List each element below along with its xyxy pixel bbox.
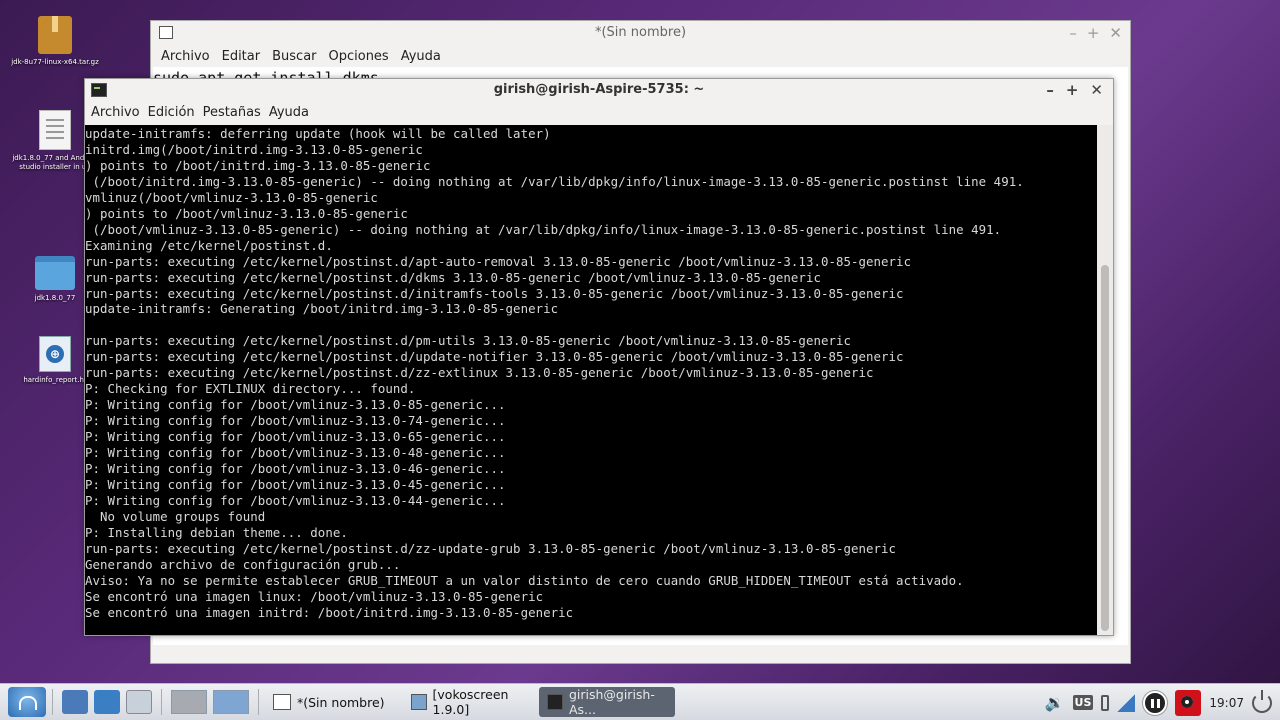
- archive-icon: [38, 16, 72, 54]
- menu-ayuda[interactable]: Ayuda: [265, 105, 313, 120]
- menu-archivo[interactable]: Archivo: [157, 49, 214, 64]
- terminal-line: run-parts: executing /etc/kernel/postins…: [85, 333, 851, 349]
- vokoscreen-icon: [411, 694, 427, 710]
- terminal-line: P: Writing config for /boot/vmlinuz-3.13…: [85, 492, 506, 508]
- task-label: girish@girish-As...: [568, 687, 655, 717]
- terminal-line: P: Checking for EXTLINUX directory... fo…: [85, 381, 416, 397]
- terminal-line: (/boot/vmlinuz-3.13.0-85-generic) -- doi…: [85, 221, 1002, 237]
- task-editor[interactable]: *(Sin nombre): [265, 687, 403, 717]
- terminal-window-controls: – + ✕: [1046, 79, 1103, 101]
- terminal-window[interactable]: girish@girish-Aspire-5735: ~ – + ✕ Archi…: [84, 78, 1114, 636]
- minimize-icon[interactable]: –: [1046, 79, 1054, 101]
- file-manager-icon[interactable]: [126, 690, 152, 714]
- battery-icon[interactable]: [1101, 694, 1110, 711]
- terminal-line: (/boot/initrd.img-3.13.0-85-generic) -- …: [85, 173, 1024, 189]
- terminal-titlebar[interactable]: girish@girish-Aspire-5735: ~ – + ✕: [85, 79, 1113, 101]
- editor-menubar: Archivo Editar Buscar Opciones Ayuda: [151, 45, 1130, 67]
- terminal-icon: [91, 83, 107, 97]
- terminal-icon: [547, 694, 563, 710]
- power-icon[interactable]: [1252, 689, 1272, 713]
- start-menu-button[interactable]: [8, 687, 46, 717]
- keyboard-layout-indicator[interactable]: US: [1072, 695, 1094, 710]
- terminal-line: Se encontró una imagen initrd: /boot/ini…: [85, 604, 574, 620]
- task-label: [vokoscreen 1.9.0]: [432, 687, 509, 717]
- terminal-line: run-parts: executing /etc/kernel/postins…: [85, 269, 821, 285]
- workspace-2[interactable]: [213, 690, 249, 714]
- terminal-line: P: Writing config for /boot/vmlinuz-3.13…: [85, 413, 506, 429]
- terminal-title: girish@girish-Aspire-5735: ~: [493, 82, 705, 97]
- taskbar: *(Sin nombre) [vokoscreen 1.9.0] girish@…: [0, 683, 1280, 720]
- minimize-icon[interactable]: –: [1069, 21, 1077, 45]
- terminal-line: Se encontró una imagen linux: /boot/vmli…: [85, 588, 544, 604]
- document-icon: [39, 110, 71, 150]
- terminal-line: P: Writing config for /boot/vmlinuz-3.13…: [85, 461, 506, 477]
- terminal-line: ) points to /boot/initrd.img-3.13.0-85-g…: [85, 157, 431, 173]
- text-editor-icon: [159, 26, 173, 39]
- menu-edicion[interactable]: Edición: [144, 105, 199, 120]
- show-desktop-icon[interactable]: [62, 690, 88, 714]
- menu-buscar[interactable]: Buscar: [268, 49, 320, 64]
- task-terminal[interactable]: girish@girish-As...: [539, 687, 675, 717]
- terminal-line: update-initramfs: deferring update (hook…: [85, 126, 551, 141]
- taskbar-separator: [258, 689, 259, 715]
- terminal-line: update-initramfs: Generating /boot/initr…: [85, 301, 559, 317]
- terminal-line: run-parts: executing /etc/kernel/postins…: [85, 285, 904, 301]
- terminal-line: P: Writing config for /boot/vmlinuz-3.13…: [85, 445, 506, 461]
- terminal-line: P: Writing config for /boot/vmlinuz-3.13…: [85, 429, 506, 445]
- terminal-line: initrd.img(/boot/initrd.img-3.13.0-85-ge…: [85, 141, 423, 157]
- desktop-icon-label: jdk-8u77-linux-x64.tar.gz: [11, 58, 99, 66]
- maximize-icon[interactable]: +: [1087, 21, 1100, 45]
- terminal-line: P: Installing debian theme... done.: [85, 524, 348, 540]
- taskbar-separator: [161, 689, 162, 715]
- terminal-output[interactable]: update-initramfs: deferring update (hook…: [85, 125, 1099, 635]
- clock[interactable]: 19:07: [1209, 696, 1244, 710]
- settings-icon[interactable]: [94, 690, 120, 714]
- terminal-line: vmlinuz(/boot/vmlinuz-3.13.0-85-generic: [85, 189, 378, 205]
- menu-opciones[interactable]: Opciones: [325, 49, 393, 64]
- menu-archivo[interactable]: Archivo: [87, 105, 144, 120]
- terminal-line: No volume groups found: [85, 508, 266, 524]
- folder-icon: [35, 256, 75, 290]
- terminal-scrollbar[interactable]: [1097, 125, 1113, 635]
- terminal-line: Examining /etc/kernel/postinst.d.: [85, 237, 333, 253]
- stop-recording-icon[interactable]: [1175, 689, 1202, 716]
- terminal-line: P: Writing config for /boot/vmlinuz-3.13…: [85, 397, 506, 413]
- terminal-line: Aviso: Ya no se permite establecer GRUB_…: [85, 572, 964, 588]
- terminal-line: P: Writing config for /boot/vmlinuz-3.13…: [85, 476, 506, 492]
- terminal-line: run-parts: executing /etc/kernel/postins…: [85, 540, 897, 556]
- web-page-icon: ⊕: [39, 336, 71, 372]
- terminal-line: ) points to /boot/vmlinuz-3.13.0-85-gene…: [85, 205, 408, 221]
- task-vokoscreen[interactable]: [vokoscreen 1.9.0]: [403, 687, 539, 717]
- text-editor-icon: [273, 694, 291, 710]
- workspace-1[interactable]: [171, 690, 207, 714]
- menu-ayuda[interactable]: Ayuda: [397, 49, 445, 64]
- volume-icon[interactable]: 🔉: [1045, 693, 1065, 712]
- desktop-icon-jdk-archive[interactable]: jdk-8u77-linux-x64.tar.gz: [10, 16, 100, 67]
- terminal-line: run-parts: executing /etc/kernel/postins…: [85, 349, 904, 365]
- pause-recording-icon[interactable]: [1143, 690, 1168, 715]
- close-icon[interactable]: ✕: [1109, 21, 1122, 45]
- close-icon[interactable]: ✕: [1090, 79, 1103, 101]
- menu-editar[interactable]: Editar: [218, 49, 265, 64]
- terminal-line: Generando archivo de configuración grub.…: [85, 556, 401, 572]
- task-label: *(Sin nombre): [297, 694, 385, 710]
- editor-title: *(Sin nombre): [594, 25, 687, 40]
- menu-pestanas[interactable]: Pestañas: [199, 105, 265, 120]
- editor-titlebar[interactable]: *(Sin nombre) – + ✕: [151, 21, 1130, 45]
- network-signal-icon[interactable]: [1117, 693, 1136, 712]
- scrollbar-thumb[interactable]: [1101, 265, 1109, 631]
- terminal-line: run-parts: executing /etc/kernel/postins…: [85, 365, 874, 381]
- taskbar-separator: [52, 689, 53, 715]
- maximize-icon[interactable]: +: [1066, 79, 1079, 101]
- terminal-line: run-parts: executing /etc/kernel/postins…: [85, 253, 912, 269]
- system-tray: 🔉 US 19:07: [1045, 684, 1280, 720]
- terminal-menubar: Archivo Edición Pestañas Ayuda: [85, 101, 1113, 123]
- editor-window-controls: – + ✕: [1069, 21, 1122, 45]
